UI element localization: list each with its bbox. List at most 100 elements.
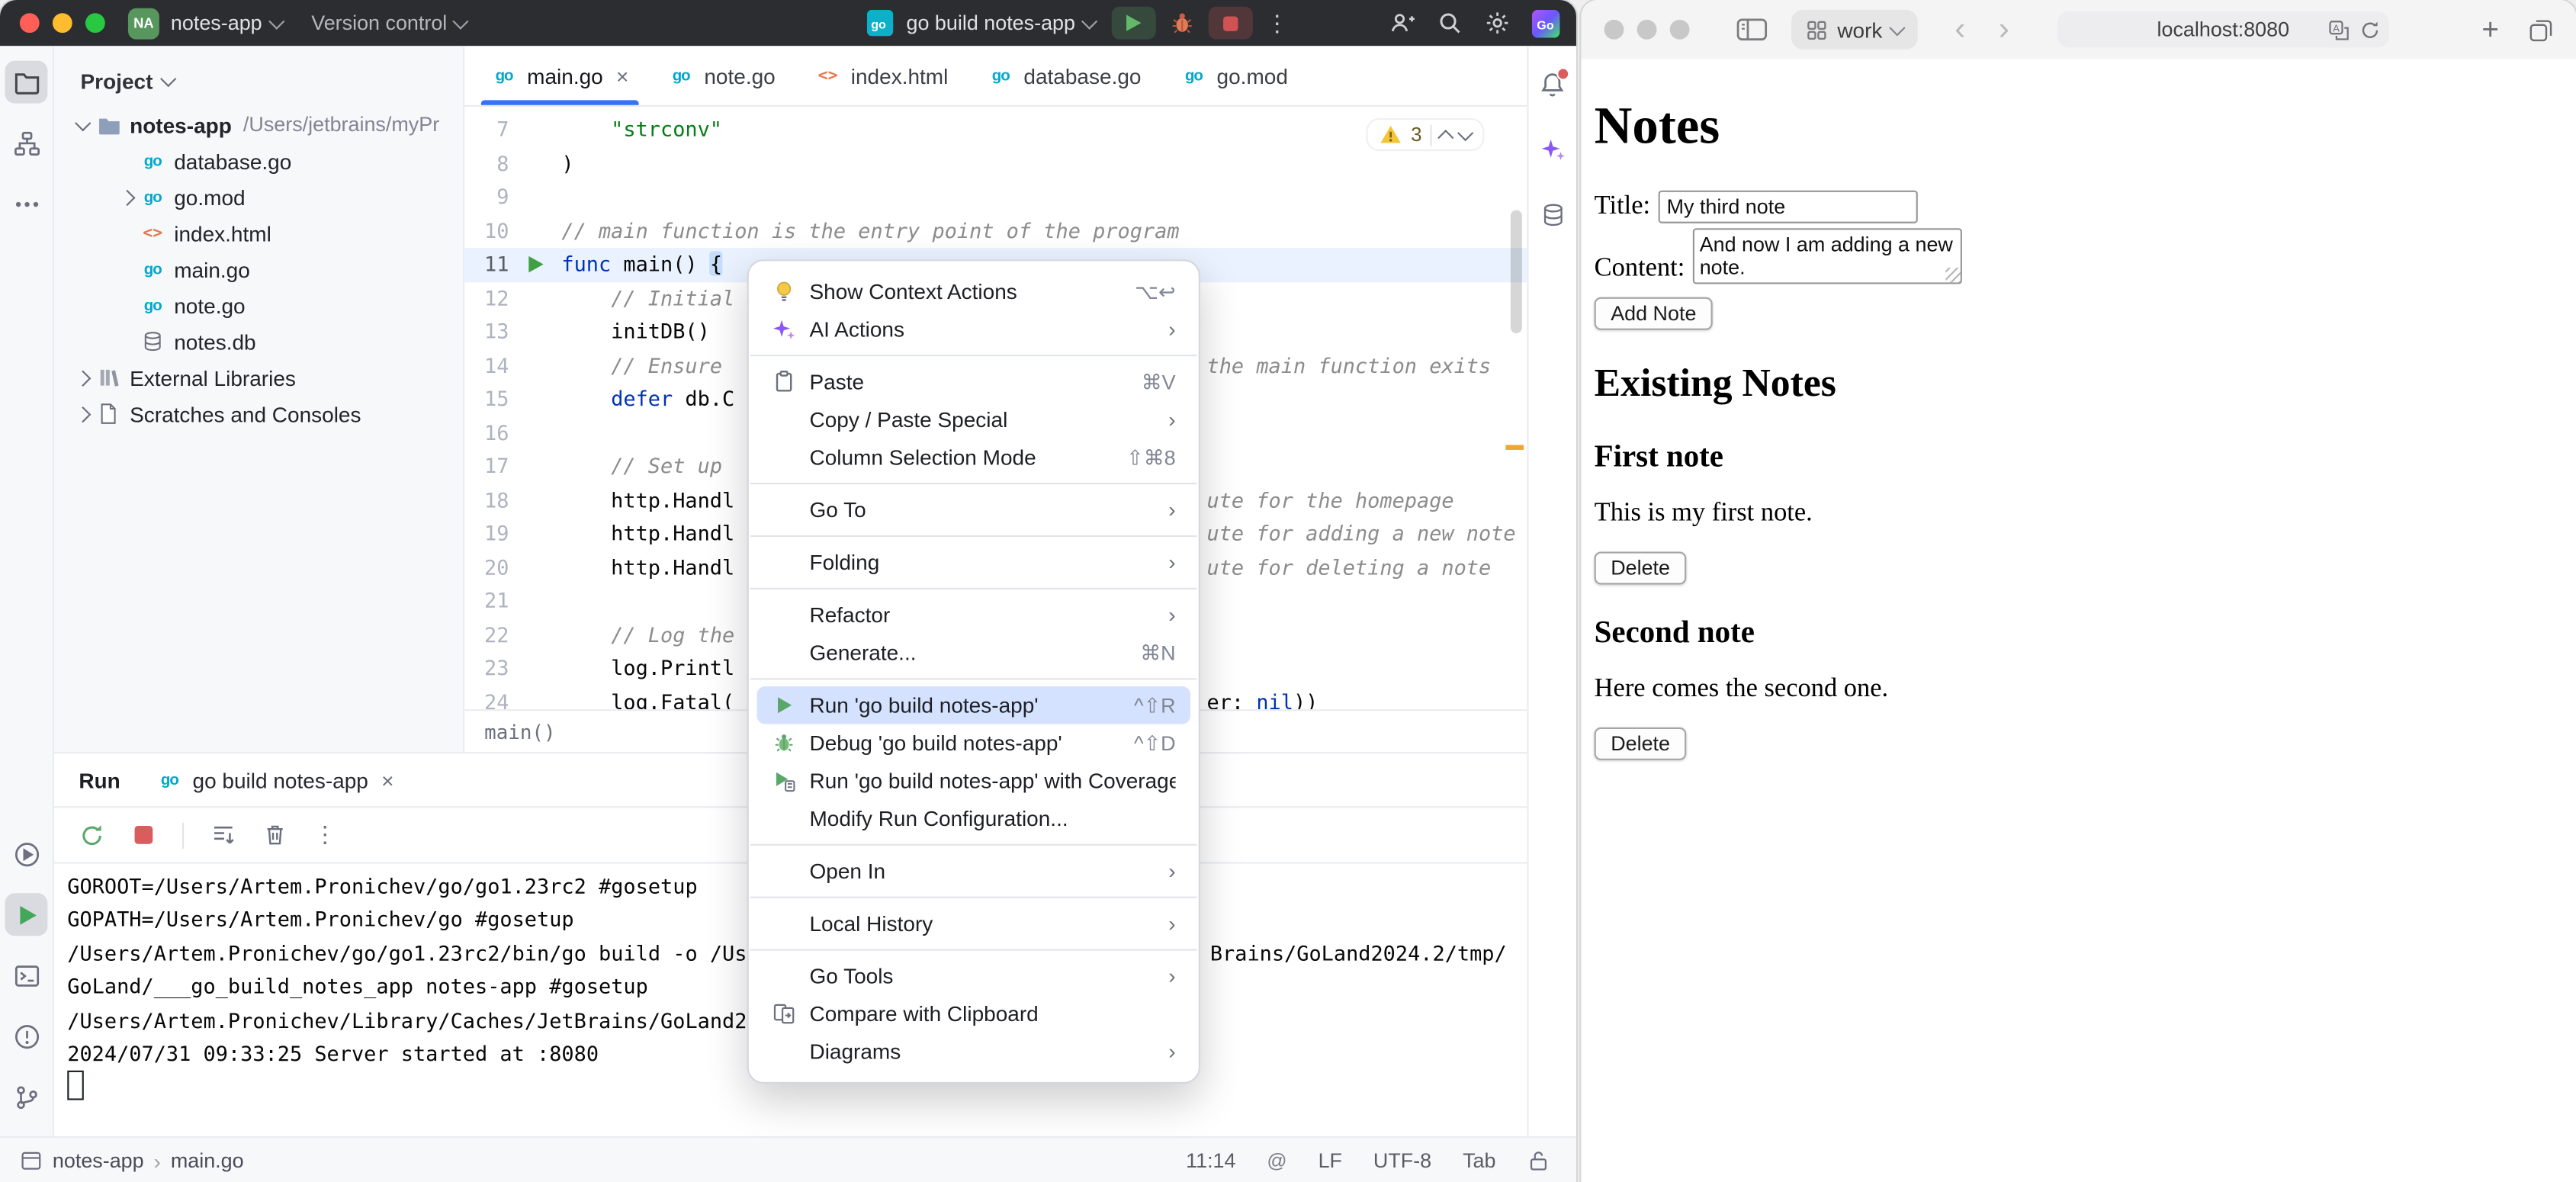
close-icon[interactable]: × — [616, 63, 628, 88]
zoom-window-button[interactable] — [1669, 19, 1690, 40]
menu-item-open-in[interactable]: Open In › — [757, 852, 1190, 890]
vcs-selector[interactable]: Version control — [311, 11, 470, 34]
search-icon[interactable] — [1437, 10, 1463, 36]
clear-console-button[interactable] — [256, 817, 292, 853]
note-title-input[interactable] — [1658, 190, 1919, 223]
menu-item-local-history[interactable]: Local History › — [757, 904, 1190, 943]
run-config-selector[interactable]: go build notes-app — [907, 11, 1097, 34]
delete-note-button[interactable]: Delete — [1594, 551, 1687, 585]
close-window-button[interactable] — [19, 13, 40, 34]
chevron-down-icon[interactable] — [71, 114, 94, 131]
code-line-8[interactable]: 8) — [464, 147, 1527, 181]
tree-item-database-go[interactable]: go database.go — [54, 143, 463, 178]
zoom-window-button[interactable] — [85, 13, 105, 34]
close-window-button[interactable] — [1604, 19, 1624, 40]
run-tool-button[interactable] — [5, 893, 48, 936]
menu-item-modify-run-configuration[interactable]: Modify Run Configuration... — [757, 800, 1190, 838]
close-icon[interactable]: × — [381, 768, 393, 792]
minimize-window-button[interactable] — [52, 13, 72, 34]
services-tool-button[interactable] — [5, 833, 47, 875]
new-tab-button[interactable]: + — [2481, 14, 2499, 44]
menu-item-refactor[interactable]: Refactor › — [757, 596, 1190, 634]
tab-index-html[interactable]: <> index.html — [795, 46, 968, 105]
code-line-10[interactable]: 10 // main function is the entry point of… — [464, 214, 1527, 248]
ai-assistant-button[interactable] — [1534, 131, 1570, 167]
menu-item-copy-paste-special[interactable]: Copy / Paste Special › — [757, 400, 1190, 438]
scrollbar-thumb[interactable] — [1510, 210, 1522, 334]
tab-main-go[interactable]: go main.go × — [471, 46, 648, 105]
menu-item-show-context-actions[interactable]: Show Context Actions ⌥↩ — [757, 272, 1190, 310]
menu-item-column-selection-mode[interactable]: Column Selection Mode ⇧⌘8 — [757, 438, 1190, 477]
project-panel-header[interactable]: Project — [54, 46, 463, 107]
menu-item-paste[interactable]: Paste ⌘V — [757, 363, 1190, 401]
chevron-right-icon[interactable] — [71, 369, 94, 386]
tree-item-index-html[interactable]: <> index.html — [54, 215, 463, 251]
menu-item-go-tools[interactable]: Go Tools › — [757, 957, 1190, 995]
version-control-tool-button[interactable] — [5, 1075, 47, 1118]
menu-item-run-go-build-notes-app-with-coverage[interactable]: Run 'go build notes-app' with Coverage — [757, 762, 1190, 800]
line-separator-widget[interactable]: LF — [1319, 1149, 1342, 1172]
run-line-gutter[interactable] — [509, 248, 561, 281]
tree-item-note-go[interactable]: go note.go — [54, 287, 463, 323]
stop-process-button[interactable] — [125, 817, 161, 853]
indent-widget[interactable]: Tab — [1463, 1149, 1495, 1172]
at-sign-icon[interactable]: @ — [1267, 1149, 1286, 1172]
console-more-button[interactable]: ⋮ — [307, 817, 343, 853]
minimize-window-button[interactable] — [1636, 19, 1657, 40]
caret-position[interactable]: 11:14 — [1186, 1149, 1235, 1172]
sidebar-toggle-button[interactable] — [1736, 17, 1768, 43]
settings-gear-icon[interactable] — [1484, 10, 1510, 36]
tab-go-mod[interactable]: go go.mod — [1161, 46, 1307, 105]
project-tool-button[interactable] — [5, 60, 48, 104]
scroll-to-end-button[interactable] — [205, 817, 241, 853]
delete-note-button[interactable]: Delete — [1594, 727, 1687, 760]
menu-item-diagrams[interactable]: Diagrams › — [757, 1033, 1190, 1071]
tree-item-go-mod[interactable]: go go.mod — [54, 179, 463, 215]
tab-database-go[interactable]: go database.go — [968, 46, 1161, 105]
tree-item-notes-db[interactable]: notes.db — [54, 323, 463, 359]
code-with-me-icon[interactable] — [1389, 10, 1415, 36]
next-warning-icon[interactable] — [1457, 124, 1474, 141]
problems-tool-button[interactable] — [5, 1015, 47, 1058]
project-selector[interactable]: notes-app — [171, 11, 284, 34]
tree-item-scratches-and-consoles[interactable]: Scratches and Consoles — [54, 396, 463, 432]
status-file[interactable]: main.go — [171, 1149, 244, 1172]
tree-item-external-libraries[interactable]: External Libraries — [54, 360, 463, 396]
editor-scrollbar[interactable] — [1505, 111, 1524, 702]
stop-button[interactable] — [1208, 6, 1253, 40]
prev-warning-icon[interactable] — [1437, 128, 1454, 146]
structure-tool-button[interactable] — [5, 121, 47, 164]
rerun-button[interactable] — [74, 817, 110, 853]
goland-logo-icon[interactable]: Go — [1531, 8, 1560, 37]
run-tab[interactable]: go go build notes-app × — [156, 753, 394, 806]
tab-group-button[interactable]: work — [1791, 9, 1919, 50]
notifications-button[interactable] — [1534, 66, 1570, 101]
chevron-right-icon[interactable] — [71, 405, 94, 422]
unlock-icon[interactable] — [1527, 1149, 1550, 1172]
tab-overview-icon[interactable] — [2529, 18, 2553, 42]
menu-item-debug-go-build-notes-app[interactable]: Debug 'go build notes-app' ^⇧D — [757, 724, 1190, 763]
terminal-tool-button[interactable] — [5, 954, 47, 997]
debug-button[interactable] — [1169, 10, 1195, 36]
back-button[interactable]: ‹ — [1954, 13, 1965, 46]
database-tool-button[interactable] — [1534, 197, 1570, 233]
menu-item-generate[interactable]: Generate... ⌘N — [757, 634, 1190, 672]
reload-icon[interactable] — [2359, 19, 2381, 40]
code-line-9[interactable]: 9 — [464, 181, 1527, 214]
address-bar[interactable]: localhost:8080 A — [2057, 11, 2389, 48]
more-actions-button[interactable]: ⋮ — [1266, 11, 1289, 34]
warning-stripe-mark[interactable] — [1505, 445, 1524, 450]
run-button[interactable] — [1111, 6, 1156, 40]
tree-item-main-go[interactable]: go main.go — [54, 251, 463, 287]
inspections-widget[interactable]: 3 — [1367, 118, 1485, 152]
tree-item-notes-app[interactable]: notes-app/Users/jetbrains/myPr — [54, 107, 463, 143]
note-content-textarea[interactable]: And now I am adding a new note. — [1693, 228, 1963, 284]
menu-item-folding[interactable]: Folding › — [757, 544, 1190, 582]
menu-item-ai-actions[interactable]: AI Actions › — [757, 310, 1190, 348]
menu-item-go-to[interactable]: Go To › — [757, 491, 1190, 529]
encoding-widget[interactable]: UTF-8 — [1373, 1149, 1431, 1172]
menu-item-run-go-build-notes-app[interactable]: Run 'go build notes-app' ^⇧R — [756, 686, 1190, 724]
breadcrumb-item[interactable]: main() — [484, 721, 555, 744]
tab-note-go[interactable]: go note.go — [648, 46, 795, 105]
status-project[interactable]: notes-app — [53, 1149, 144, 1172]
